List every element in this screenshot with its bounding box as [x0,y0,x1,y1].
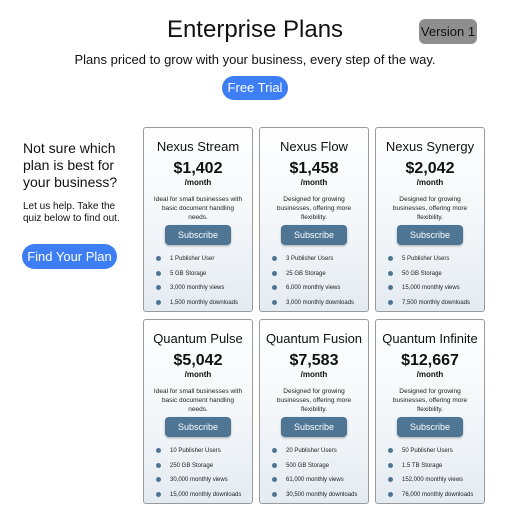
feature-item: 1 Publisher User [156,255,252,270]
feature-item: 15,000 monthly views [388,284,484,299]
feature-list: 10 Publisher Users 250 GB Storage 30,000… [156,447,252,505]
plan-card: Nexus Synergy $2,042 /month Designed for… [375,127,485,312]
plan-help-question: Not sure which plan is best for your bus… [23,140,118,190]
feature-item: 30,000 monthly views [156,476,252,491]
feature-item: 25 GB Storage [272,270,368,285]
feature-item: 1,500 monthly downloads [156,299,252,314]
feature-list: 20 Publisher Users 500 GB Storage 61,000… [272,447,368,505]
subscribe-button[interactable]: Subscribe [281,417,347,437]
subscribe-button[interactable]: Subscribe [397,417,463,437]
plan-description: Designed for growing businesses, offerin… [276,388,352,413]
plan-period: /month [416,178,444,187]
feature-item: 50 Publisher Users [388,447,484,462]
feature-item: 20 Publisher Users [272,447,368,462]
plan-card: Nexus Flow $1,458 /month Designed for gr… [259,127,369,312]
subscribe-button[interactable]: Subscribe [281,225,347,245]
subscribe-button[interactable]: Subscribe [165,417,231,437]
feature-item: 152,000 monthly views [388,476,484,491]
feature-item: 61,000 monthly views [272,476,368,491]
plan-period: /month [184,370,212,379]
plan-description: Designed for growing businesses, offerin… [392,388,468,413]
feature-list: 50 Publisher Users 1.5 TB Storage 152,00… [388,447,484,505]
plan-description: Ideal for small businesses with basic do… [153,388,243,413]
feature-item: 76,000 monthly downloads [388,491,484,506]
plan-name: Quantum Fusion [265,331,363,346]
feature-item: 50 GB Storage [388,270,484,285]
plan-description: Ideal for small businesses with basic do… [153,196,243,221]
plan-price: $7,583 [289,352,339,369]
feature-item: 3 Publisher Users [272,255,368,270]
plan-name: Quantum Pulse [153,331,243,346]
free-trial-button[interactable]: Free Trial [222,76,288,100]
feature-list: 5 Publisher Users 50 GB Storage 15,000 m… [388,255,484,313]
plan-description: Designed for growing businesses, offerin… [392,196,468,221]
feature-item: 3,000 monthly views [156,284,252,299]
feature-item: 6,000 monthly views [272,284,368,299]
feature-item: 10 Publisher Users [156,447,252,462]
plan-help-text: Let us help. Take the quiz below to find… [23,201,120,224]
plan-description: Designed for growing businesses, offerin… [276,196,352,221]
feature-item: 1.5 TB Storage [388,462,484,477]
feature-list: 1 Publisher User 5 GB Storage 3,000 mont… [156,255,252,313]
plan-card: Quantum Fusion $7,583 /month Designed fo… [259,319,369,504]
plan-name: Nexus Synergy [385,139,475,154]
plan-card: Nexus Stream $1,402 /month Ideal for sma… [143,127,253,312]
version-badge[interactable]: Version 1 [419,19,477,44]
feature-item: 5 Publisher Users [388,255,484,270]
subscribe-button[interactable]: Subscribe [397,225,463,245]
plan-card: Quantum Infinite $12,667 /month Designed… [375,319,485,504]
feature-item: 7,500 monthly downloads [388,299,484,314]
feature-list: 3 Publisher Users 25 GB Storage 6,000 mo… [272,255,368,313]
feature-item: 250 GB Storage [156,462,252,477]
plan-price: $1,458 [289,160,339,177]
feature-item: 500 GB Storage [272,462,368,477]
feature-item: 5 GB Storage [156,270,252,285]
plan-period: /month [300,178,328,187]
plan-help-panel: Not sure which plan is best for your bus… [23,140,133,225]
feature-item: 30,500 monthly downloads [272,491,368,506]
plan-period: /month [300,370,328,379]
plan-price: $5,042 [173,352,223,369]
plan-period: /month [184,178,212,187]
plan-card: Quantum Pulse $5,042 /month Ideal for sm… [143,319,253,504]
plan-price: $1,402 [173,160,223,177]
find-your-plan-button[interactable]: Find Your Plan [22,244,117,269]
plan-price: $2,042 [405,160,455,177]
feature-item: 15,000 monthly downloads [156,491,252,506]
plan-name: Nexus Stream [156,139,240,154]
plan-period: /month [416,370,444,379]
page-subtitle: Plans priced to grow with your business,… [74,52,436,67]
plan-price: $12,667 [401,352,459,369]
subscribe-button[interactable]: Subscribe [165,225,231,245]
plan-name: Nexus Flow [280,139,348,154]
feature-item: 3,000 monthly downloads [272,299,368,314]
plan-name: Quantum Infinite [382,331,478,346]
